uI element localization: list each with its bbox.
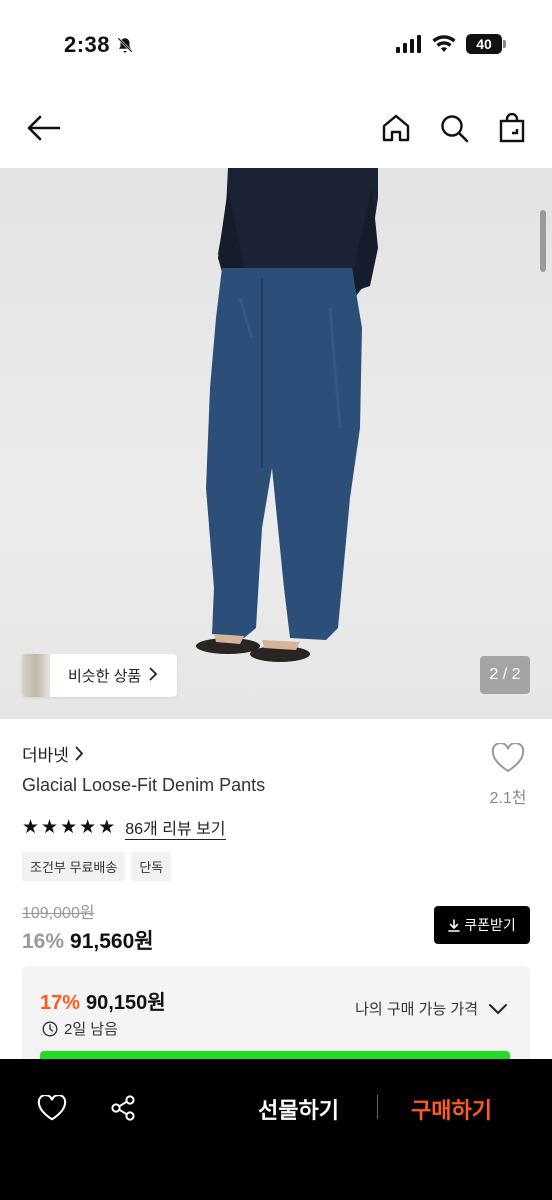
tag-exclusive: 단독 xyxy=(131,852,172,881)
top-nav xyxy=(0,90,552,168)
status-time-text: 2:38 xyxy=(64,32,111,57)
chevron-down-icon xyxy=(489,1003,507,1014)
product-title: Glacial Loose-Fit Denim Pants xyxy=(22,775,266,795)
download-icon xyxy=(448,918,461,932)
buy-button[interactable]: 구매하기 xyxy=(411,1093,492,1125)
similar-products-label: 비슷한 상품 xyxy=(68,668,142,685)
discount-rate: 16% xyxy=(22,930,65,953)
chevron-right-icon xyxy=(75,746,84,761)
chevron-right-icon xyxy=(149,667,158,685)
similar-product-thumbnail xyxy=(22,654,50,697)
brand-name: 더바넷 xyxy=(22,746,69,765)
battery-indicator: 40 xyxy=(466,34,506,54)
star-icon: ★ xyxy=(98,817,116,838)
like-button[interactable]: 2.1천 xyxy=(486,742,530,808)
gift-button[interactable]: 선물하기 xyxy=(258,1093,339,1125)
status-bar: 2:38 40 xyxy=(0,0,552,90)
wishlist-button[interactable] xyxy=(35,1091,69,1125)
image-scroll-thumb[interactable] xyxy=(540,210,546,272)
heart-icon xyxy=(491,742,525,773)
my-price-toggle[interactable]: 나의 구매 가능 가격 xyxy=(355,998,508,1019)
coupon-label: 쿠폰받기 xyxy=(464,917,516,933)
status-right: 40 xyxy=(396,34,506,54)
cellular-signal-icon xyxy=(396,35,421,53)
product-photo-illustration xyxy=(196,168,378,662)
best-price-row: 17% 90,150원 xyxy=(40,986,166,1015)
coupon-button[interactable]: 쿠폰받기 xyxy=(434,906,530,944)
my-price-label: 나의 구매 가능 가격 xyxy=(355,1001,478,1018)
star-icon: ★ xyxy=(41,817,59,838)
tag-free-shipping: 조건부 무료배송 xyxy=(22,852,126,881)
arrow-left-icon xyxy=(27,115,61,141)
cart-button[interactable] xyxy=(492,108,532,148)
star-icon: ★ xyxy=(79,817,97,838)
heart-icon xyxy=(37,1095,67,1121)
bottom-action-bar: 선물하기 구매하기 xyxy=(0,1059,552,1200)
status-time: 2:38 xyxy=(64,32,134,58)
product-tags: 조건부 무료배송 단독 xyxy=(22,852,172,881)
back-button[interactable] xyxy=(24,108,64,148)
sale-price: 91,560원 xyxy=(70,930,154,953)
review-link[interactable]: 86개 리뷰 보기 xyxy=(125,815,226,840)
brand-link[interactable]: 더바넷 xyxy=(22,741,84,766)
bottom-divider xyxy=(377,1095,378,1119)
best-price-box[interactable]: 17% 90,150원 2일 남음 나의 구매 가능 가격 xyxy=(22,966,530,1066)
battery-level: 40 xyxy=(476,36,492,52)
search-button[interactable] xyxy=(434,108,474,148)
rating: ★ ★ ★ ★ ★ 86개 리뷰 보기 xyxy=(22,815,226,840)
original-price: 109,000원 xyxy=(22,905,95,922)
share-button[interactable] xyxy=(106,1091,140,1125)
image-page-indicator: 2 / 2 xyxy=(480,656,530,694)
star-icon: ★ xyxy=(22,817,40,838)
home-button[interactable] xyxy=(376,108,416,148)
star-icon: ★ xyxy=(60,817,78,838)
best-price: 90,150원 xyxy=(86,992,166,1014)
time-remaining-text: 2일 남음 xyxy=(64,1021,118,1038)
time-remaining: 2일 남음 xyxy=(42,1018,118,1039)
bell-muted-icon xyxy=(117,37,133,53)
clock-icon xyxy=(42,1020,58,1037)
product-image[interactable]: 비슷한 상품 2 / 2 xyxy=(0,168,552,719)
like-count: 2.1천 xyxy=(489,790,527,807)
shopping-bag-icon xyxy=(499,113,525,143)
home-icon xyxy=(382,114,410,142)
wifi-icon xyxy=(432,35,456,52)
search-icon xyxy=(441,115,469,143)
share-icon xyxy=(111,1095,135,1121)
best-discount-rate: 17% xyxy=(40,992,81,1014)
price-row: 16% 91,560원 xyxy=(22,925,154,955)
similar-products-button[interactable]: 비슷한 상품 xyxy=(22,654,177,697)
